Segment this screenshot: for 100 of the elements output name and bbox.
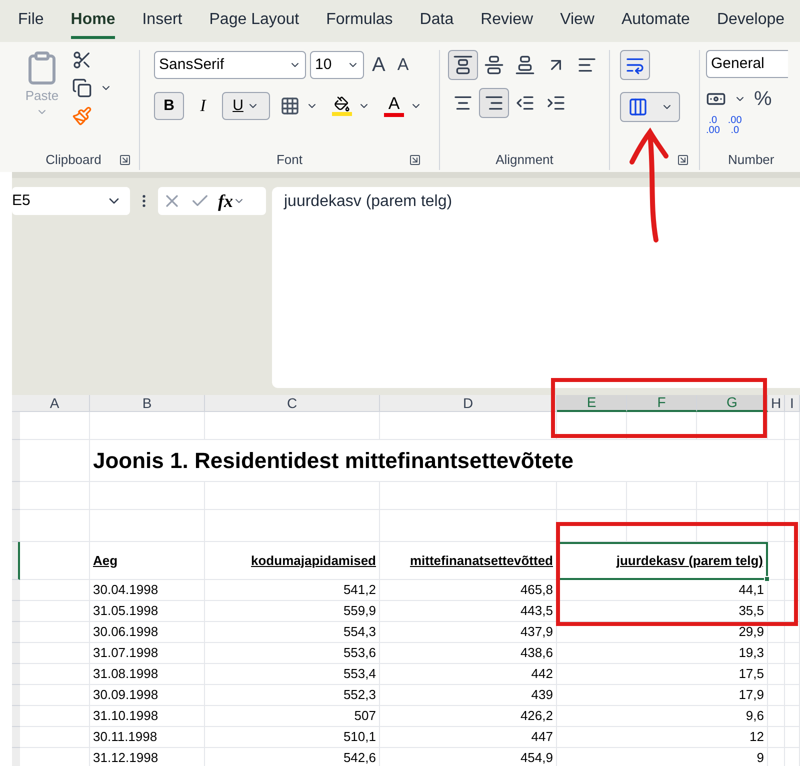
- underline-button[interactable]: U: [222, 92, 270, 120]
- table-cell: [697, 412, 768, 440]
- column-header[interactable]: G: [697, 395, 768, 412]
- font-name-value: SansSerif: [159, 54, 224, 75]
- table-cell: [768, 412, 785, 440]
- percent-button[interactable]: %: [754, 84, 772, 114]
- top-align-button[interactable]: [448, 50, 478, 80]
- table-cell: 29,9: [557, 622, 768, 643]
- group-label: Clipboard: [46, 151, 102, 170]
- table-cell: [557, 510, 627, 542]
- table-cell: 507: [205, 706, 380, 727]
- table-cell: 31.08.1998: [90, 664, 205, 685]
- table-cell: [785, 622, 800, 643]
- table-cell: 19,3: [557, 643, 768, 664]
- table-cell: [768, 440, 785, 482]
- table-cell: [20, 412, 90, 440]
- column-header[interactable]: A: [20, 395, 90, 412]
- italic-button[interactable]: I: [190, 92, 216, 120]
- table-cell: 552,3: [205, 685, 380, 706]
- menu-tab[interactable]: Insert: [142, 4, 182, 38]
- number-format-field[interactable]: General: [706, 50, 788, 78]
- menu-tab[interactable]: Home: [70, 4, 116, 38]
- menu-tab[interactable]: Formulas: [326, 4, 393, 38]
- table-cell: [768, 510, 785, 542]
- column-header[interactable]: D: [380, 395, 557, 412]
- menu-tab[interactable]: Develope: [716, 4, 785, 38]
- cut-icon[interactable]: [72, 50, 92, 70]
- table-cell: [785, 643, 800, 664]
- table-cell: [627, 482, 697, 510]
- row-header[interactable]: [12, 542, 20, 580]
- fill-color-icon[interactable]: [332, 96, 352, 116]
- table-cell: [768, 542, 785, 580]
- table-cell: 12: [557, 727, 768, 748]
- column-header[interactable]: B: [90, 395, 205, 412]
- insert-function-button[interactable]: fx: [218, 188, 245, 214]
- font-color-button[interactable]: A: [384, 95, 404, 117]
- table-cell: [785, 580, 800, 601]
- table-cell: 426,2: [380, 706, 557, 727]
- chart-title: Joonis 1. Residentidest mittefinantsettevõtete: [90, 440, 768, 482]
- group-label: Number: [728, 151, 774, 170]
- column-heading: Aeg: [90, 542, 205, 580]
- menu-tab[interactable]: Automate: [621, 4, 690, 38]
- table-cell: [768, 643, 785, 664]
- table-cell: [785, 510, 800, 542]
- table-cell: [785, 706, 800, 727]
- table-cell: [627, 412, 697, 440]
- table-cell: 31.12.1998: [90, 748, 205, 766]
- group-label: Alignment: [496, 151, 554, 170]
- column-heading: kodumajapidamised: [205, 542, 380, 580]
- table-cell: [768, 580, 785, 601]
- formula-field[interactable]: juurdekasv (parem telg): [272, 187, 800, 388]
- right-align-button[interactable]: [479, 88, 509, 118]
- table-cell: [785, 727, 800, 748]
- table-cell: [785, 412, 800, 440]
- menu-tab[interactable]: Data: [420, 4, 454, 38]
- bottom-align-icon: [515, 55, 535, 75]
- table-cell: [20, 706, 90, 727]
- font-name-field[interactable]: SansSerif: [154, 51, 306, 79]
- table-cell: 465,8: [380, 580, 557, 601]
- table-cell: [557, 482, 627, 510]
- column-header[interactable]: F: [627, 395, 697, 412]
- table-cell: 30.04.1998: [90, 580, 205, 601]
- table-cell: [20, 727, 90, 748]
- decrease-decimal-button[interactable]: .00 .0: [728, 116, 742, 136]
- column-header[interactable]: H: [768, 395, 785, 412]
- bold-button[interactable]: B: [154, 92, 184, 120]
- table-cell: 554,3: [205, 622, 380, 643]
- column-header[interactable]: E: [557, 395, 627, 412]
- menu-tab[interactable]: View: [560, 4, 594, 38]
- dialog-launcher-icon[interactable]: [119, 154, 131, 166]
- table-cell: 31.07.1998: [90, 643, 205, 664]
- menu-tab[interactable]: Review: [480, 4, 534, 38]
- grow-font-button[interactable]: A: [368, 50, 390, 80]
- name-box[interactable]: E5: [12, 187, 130, 215]
- column-header[interactable]: I: [785, 395, 800, 412]
- shrink-font-button[interactable]: A: [393, 52, 413, 78]
- format-painter-icon[interactable]: [72, 106, 92, 126]
- table-cell: [627, 510, 697, 542]
- table-cell: 438,6: [380, 643, 557, 664]
- merge-cells-icon: [628, 97, 648, 117]
- table-cell: [785, 685, 800, 706]
- table-cell: [768, 706, 785, 727]
- increase-decimal-button[interactable]: .0 .00: [706, 116, 720, 136]
- table-cell: 439: [380, 685, 557, 706]
- merge-center-button[interactable]: [620, 92, 680, 122]
- column-header[interactable]: C: [205, 395, 380, 412]
- menu-tab[interactable]: File: [18, 4, 44, 38]
- wrap-text-button[interactable]: [620, 50, 650, 80]
- dialog-launcher-icon[interactable]: [409, 154, 421, 166]
- table-cell: 30.09.1998: [90, 685, 205, 706]
- menu-tab[interactable]: Page Layout: [209, 4, 300, 38]
- fill-handle-icon[interactable]: [764, 576, 770, 582]
- table-cell: 31.05.1998: [90, 601, 205, 622]
- table-cell: 541,2: [205, 580, 380, 601]
- copy-icon[interactable]: [72, 78, 92, 98]
- table-cell: [20, 440, 90, 482]
- borders-icon[interactable]: [280, 96, 300, 116]
- dialog-launcher-icon[interactable]: [677, 154, 689, 166]
- table-cell: 559,9: [205, 601, 380, 622]
- font-size-field[interactable]: 10: [310, 51, 364, 79]
